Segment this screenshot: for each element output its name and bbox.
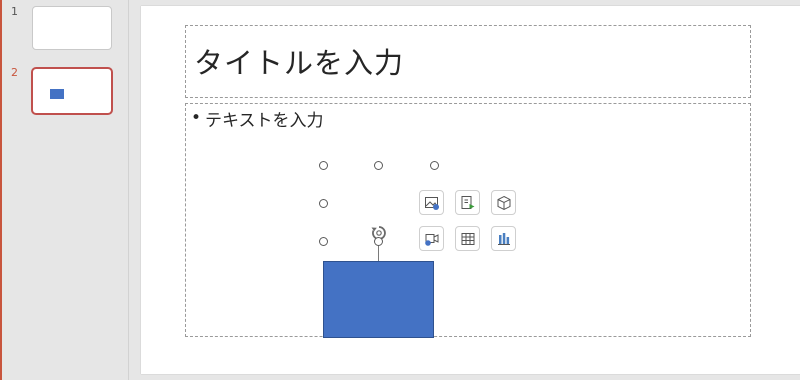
resize-handle-top-left[interactable] bbox=[319, 161, 328, 170]
slide-number-1: 1 bbox=[11, 5, 18, 18]
insert-3d-model-icon bbox=[497, 195, 510, 210]
slide-thumbnail-pane[interactable]: 1 2 bbox=[2, 0, 128, 380]
resize-handle-bottom[interactable] bbox=[374, 237, 383, 246]
insert-video-button[interactable] bbox=[419, 226, 444, 251]
bullet-marker: • bbox=[191, 108, 202, 128]
title-placeholder-text: タイトルを入力 bbox=[194, 46, 405, 80]
insert-chart-icon bbox=[497, 232, 510, 245]
rectangle-shape[interactable] bbox=[323, 261, 434, 338]
insert-picture-icon bbox=[424, 196, 439, 210]
thumbnail-shape-preview bbox=[50, 89, 64, 99]
resize-handle-bottom-left[interactable] bbox=[319, 237, 328, 246]
insert-chart-button[interactable] bbox=[491, 226, 516, 251]
resize-handle-left[interactable] bbox=[319, 199, 328, 208]
resize-handle-top[interactable] bbox=[374, 161, 383, 170]
slide-canvas[interactable]: タイトルを入力 • テキストを入力 bbox=[141, 6, 800, 374]
insert-icons-button[interactable] bbox=[455, 190, 480, 215]
slide-thumbnail-2[interactable] bbox=[31, 67, 113, 115]
content-placeholder-text: テキストを入力 bbox=[205, 111, 324, 131]
insert-table-button[interactable] bbox=[455, 226, 480, 251]
content-placeholder[interactable]: • テキストを入力 bbox=[185, 103, 751, 338]
insert-table-icon bbox=[461, 232, 474, 245]
insert-picture-button[interactable] bbox=[419, 190, 444, 215]
insert-icons-icon bbox=[461, 195, 474, 209]
title-placeholder[interactable]: タイトルを入力 bbox=[185, 25, 751, 98]
slide-number-2: 2 bbox=[11, 66, 18, 79]
slide-thumbnail-1[interactable] bbox=[32, 6, 112, 50]
resize-handle-top-right[interactable] bbox=[430, 161, 439, 170]
insert-3d-model-button[interactable] bbox=[491, 190, 516, 215]
insert-video-icon bbox=[424, 233, 438, 246]
